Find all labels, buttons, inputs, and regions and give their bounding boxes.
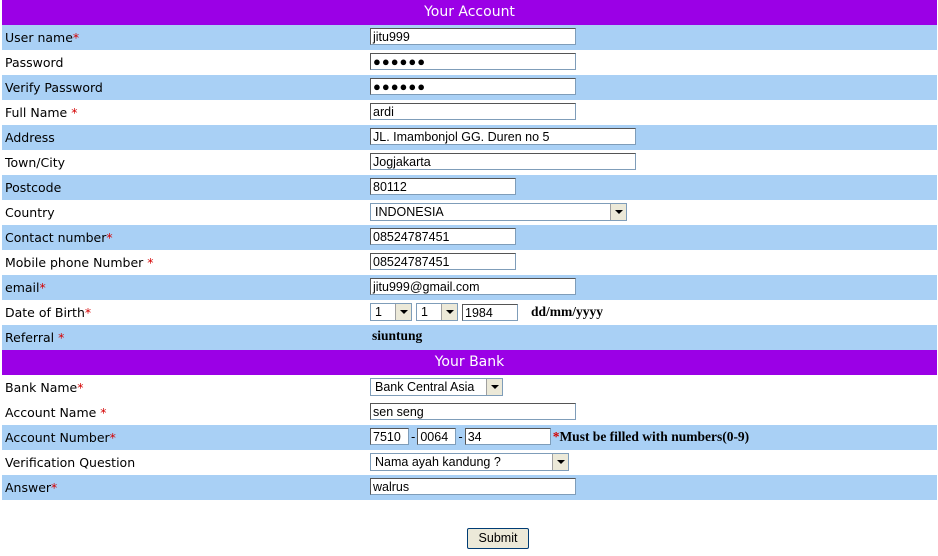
row-referral: Referral * siuntung xyxy=(2,325,937,350)
row-answer: Answer* walrus xyxy=(2,475,937,500)
account-number-note: *Must be filled with numbers(0-9) xyxy=(552,428,750,444)
row-contact-number: Contact number* 08524787451 xyxy=(2,225,937,250)
verification-question-select[interactable]: Nama ayah kandung ? xyxy=(370,453,569,471)
row-account-number: Account Number* 7510 - 0064 - 34 *Must b… xyxy=(2,425,937,450)
bank-name-value: Bank Central Asia xyxy=(375,380,475,394)
date-of-birth-label: Date of Birth* xyxy=(5,305,92,320)
address-input[interactable]: JL. Imambonjol GG. Duren no 5 xyxy=(370,128,636,145)
country-select[interactable]: INDONESIA xyxy=(370,203,627,221)
account-number-dash: - xyxy=(411,429,416,444)
referral-label: Referral * xyxy=(5,330,65,345)
bank-name-select[interactable]: Bank Central Asia xyxy=(370,378,503,396)
country-select-value: INDONESIA xyxy=(375,205,444,219)
row-date-of-birth: Date of Birth* 1 1 1984 dd/mm/yyyy xyxy=(2,300,937,325)
account-number-dash: - xyxy=(458,429,463,444)
row-account-name: Account Name * sen seng xyxy=(2,400,937,425)
town-city-input[interactable]: Jogjakarta xyxy=(370,153,636,170)
mobile-phone-label: Mobile phone Number * xyxy=(5,255,154,270)
address-label: Address xyxy=(5,130,55,145)
bank-name-label: Bank Name* xyxy=(5,380,84,395)
registration-form: Your Account User name* jitu999 Password… xyxy=(2,0,937,500)
chevron-down-icon[interactable] xyxy=(610,204,626,220)
answer-input[interactable]: walrus xyxy=(370,478,576,495)
full-name-input[interactable]: ardi xyxy=(370,103,576,120)
row-postcode: Postcode 80112 xyxy=(2,175,937,200)
row-mobile-phone: Mobile phone Number * 08524787451 xyxy=(2,250,937,275)
postcode-input[interactable]: 80112 xyxy=(370,178,516,195)
dob-month-value: 1 xyxy=(421,305,428,319)
row-country: Country INDONESIA xyxy=(2,200,937,225)
account-number-part2-input[interactable]: 0064 xyxy=(417,428,457,445)
verification-question-label: Verification Question xyxy=(5,455,136,470)
verify-password-input[interactable]: ●●●●●● xyxy=(370,78,576,95)
your-account-header: Your Account xyxy=(2,0,937,25)
row-username: User name* jitu999 xyxy=(2,25,937,50)
row-password: Password ●●●●●● xyxy=(2,50,937,75)
account-number-part3-input[interactable]: 34 xyxy=(464,428,551,445)
referral-value: siuntung xyxy=(372,328,423,343)
full-name-label: Full Name * xyxy=(5,105,78,120)
account-number-label: Account Number* xyxy=(5,430,116,445)
account-number-part1-input[interactable]: 7510 xyxy=(370,428,409,445)
chevron-down-icon[interactable] xyxy=(552,454,568,470)
dob-format-hint: dd/mm/yyyy xyxy=(531,304,604,319)
contact-number-input[interactable]: 08524787451 xyxy=(370,228,516,245)
dob-day-value: 1 xyxy=(375,305,382,319)
row-full-name: Full Name * ardi xyxy=(2,100,937,125)
country-label: Country xyxy=(5,205,55,220)
account-name-label: Account Name * xyxy=(5,405,107,420)
chevron-down-icon[interactable] xyxy=(486,379,502,395)
row-bank-name: Bank Name* Bank Central Asia xyxy=(2,375,937,400)
account-name-input[interactable]: sen seng xyxy=(370,403,576,420)
row-email: email* jitu999@gmail.com xyxy=(2,275,937,300)
row-address: Address JL. Imambonjol GG. Duren no 5 xyxy=(2,125,937,150)
email-label: email* xyxy=(5,280,46,295)
verify-password-label: Verify Password xyxy=(5,80,103,95)
town-city-label: Town/City xyxy=(5,155,66,170)
dob-year-input[interactable]: 1984 xyxy=(462,303,518,321)
chevron-down-icon[interactable] xyxy=(441,304,457,320)
contact-number-label: Contact number* xyxy=(5,230,113,245)
email-input[interactable]: jitu999@gmail.com xyxy=(370,278,576,295)
username-input[interactable]: jitu999 xyxy=(370,28,576,45)
submit-button[interactable]: Submit xyxy=(467,528,529,549)
row-verify-password: Verify Password ●●●●●● xyxy=(2,75,937,100)
password-label: Password xyxy=(5,55,64,70)
your-bank-header: Your Bank xyxy=(2,350,937,375)
answer-label: Answer* xyxy=(5,480,58,495)
mobile-phone-input[interactable]: 08524787451 xyxy=(370,253,516,270)
postcode-label: Postcode xyxy=(5,180,62,195)
verification-question-value: Nama ayah kandung ? xyxy=(375,455,501,469)
dob-day-select[interactable]: 1 xyxy=(370,303,412,321)
password-input[interactable]: ●●●●●● xyxy=(370,53,576,70)
dob-month-select[interactable]: 1 xyxy=(416,303,458,321)
chevron-down-icon[interactable] xyxy=(395,304,411,320)
row-verification-question: Verification Question Nama ayah kandung … xyxy=(2,450,937,475)
username-label: User name* xyxy=(5,30,80,45)
row-town-city: Town/City Jogjakarta xyxy=(2,150,937,175)
